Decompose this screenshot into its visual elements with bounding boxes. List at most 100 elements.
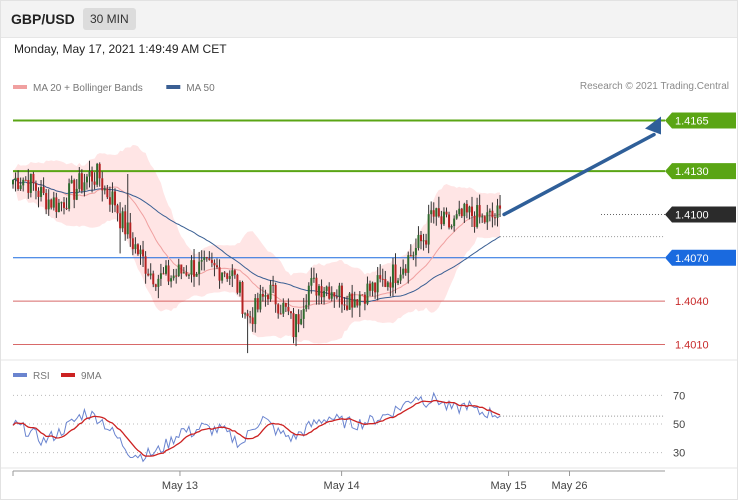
candle-body	[47, 199, 50, 210]
candle-body	[376, 275, 379, 293]
candle-body	[496, 205, 499, 218]
candle-body	[343, 304, 346, 306]
candle-body	[159, 273, 162, 279]
candle-body	[404, 268, 407, 273]
candle-body	[147, 273, 150, 276]
candle-body	[358, 294, 361, 306]
candle-body	[412, 255, 415, 257]
candle-body	[19, 185, 22, 190]
rsi-tick-30: 30	[673, 448, 685, 460]
candle-body	[259, 293, 262, 310]
projection-arrow-head	[645, 116, 661, 135]
candle-body	[458, 208, 461, 215]
candle-body	[213, 262, 216, 266]
candle-body	[325, 286, 328, 291]
candle-body	[152, 273, 155, 285]
candle-body	[483, 216, 486, 223]
candle-body	[442, 211, 445, 225]
candle-body	[371, 282, 374, 291]
candle-body	[323, 290, 326, 298]
candle-body	[328, 286, 331, 299]
candle-body	[55, 197, 58, 213]
candle-body	[73, 180, 76, 200]
candle-body	[52, 197, 55, 208]
candle-body	[98, 163, 101, 179]
candle-body	[391, 264, 394, 288]
candle-body	[106, 188, 109, 198]
candle-body	[228, 276, 231, 279]
candle-body	[338, 285, 341, 297]
candle-body	[238, 282, 241, 293]
candle-body	[389, 282, 392, 288]
candle-body	[200, 260, 203, 262]
level-label-1.4130: 1.4130	[675, 166, 709, 178]
candle-body	[267, 295, 269, 300]
rsi-legend-swatch-0	[13, 373, 27, 377]
candle-body	[170, 278, 173, 282]
candle-body	[80, 173, 83, 191]
candle-body	[63, 202, 65, 208]
candle-body	[193, 260, 196, 277]
candle-body	[292, 313, 295, 338]
candle-body	[249, 316, 252, 318]
level-label-1.4070: 1.4070	[675, 253, 709, 265]
candle-body	[32, 173, 35, 184]
candle-body	[203, 257, 206, 261]
candle-body	[24, 179, 27, 181]
candle-body	[22, 179, 25, 186]
candle-body	[437, 208, 440, 217]
candle-body	[149, 273, 152, 276]
candle-body	[244, 313, 247, 315]
candle-body	[394, 264, 397, 284]
candle-body	[111, 191, 114, 205]
candle-body	[274, 285, 277, 305]
rsi-legend-swatch-1	[61, 373, 75, 377]
candle-body	[414, 248, 417, 256]
price-legend-swatch-0	[13, 85, 27, 89]
price-legend-label-1: MA 50	[186, 83, 215, 94]
candle-body	[167, 265, 170, 282]
candle-body	[440, 216, 443, 225]
candle-body	[417, 234, 420, 249]
candle-body	[473, 215, 476, 227]
level-label-1.4165: 1.4165	[675, 116, 709, 128]
candle-body	[422, 240, 425, 242]
candle-body	[233, 270, 236, 275]
candle-body	[277, 304, 280, 314]
candle-body	[42, 186, 45, 194]
candle-body	[300, 318, 303, 325]
candle-body	[420, 234, 422, 242]
candle-body	[399, 274, 402, 281]
candle-body	[463, 203, 466, 217]
candle-body	[305, 304, 308, 310]
candle-body	[384, 279, 387, 287]
candle-body	[289, 311, 292, 314]
candle-body	[335, 296, 338, 298]
candle-body	[346, 305, 349, 310]
candle-body	[177, 264, 180, 276]
candle-body	[131, 238, 134, 250]
chart-widget: GBP/USD 30 MIN Monday, May 17, 2021 1:49…	[0, 0, 738, 500]
candle-body	[465, 203, 468, 213]
candle-body	[208, 258, 211, 260]
candle-body	[129, 222, 132, 239]
level-label-1.4040: 1.4040	[675, 296, 709, 308]
candle-body	[455, 214, 458, 219]
candle-body	[256, 298, 259, 310]
x-tick-label-2: May 15	[491, 480, 527, 492]
candle-body	[284, 302, 287, 307]
candle-body	[445, 211, 448, 215]
candle-body	[386, 282, 389, 287]
candle-body	[448, 214, 451, 228]
candle-body	[34, 183, 37, 191]
candle-body	[356, 299, 359, 306]
candle-body	[361, 294, 364, 296]
candle-body	[312, 277, 315, 279]
candle-body	[478, 205, 481, 218]
candle-body	[435, 208, 438, 217]
candle-body	[162, 273, 165, 275]
candle-body	[231, 270, 234, 277]
candle-body	[70, 180, 73, 184]
rsi-legend-label-0: RSI	[33, 371, 50, 382]
candle-body	[432, 210, 435, 217]
